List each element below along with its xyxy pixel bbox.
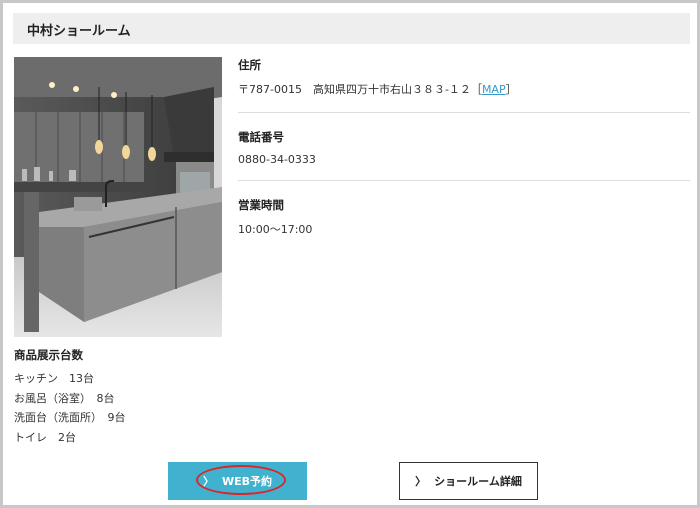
address-value: 〒787-0015 高知県四万十市右山３８３-１２［MAP］ [238, 81, 690, 97]
web-reserve-button[interactable]: 〉 WEB予約 [168, 462, 307, 500]
hours-label: 営業時間 [238, 198, 284, 212]
chevron-right-icon: 〉 [202, 475, 214, 488]
showroom-detail-button[interactable]: 〉 ショールーム詳細 [399, 462, 538, 500]
phone-value: 0880-34-0333 [238, 153, 316, 166]
phone-section: 電話番号 0880-34-0333 [238, 113, 690, 180]
showroom-photo [14, 57, 222, 337]
web-reserve-label: WEB予約 [221, 475, 273, 488]
map-bracket-open: ［ [470, 83, 482, 96]
showroom-detail-label: ショールーム詳細 [434, 475, 522, 488]
display-counts: 商品展示台数 キッチン 13台 お風呂（浴室） 8台 洗面台（洗面所） 9台 ト… [14, 347, 126, 447]
count-row-toilet: トイレ 2台 [14, 430, 76, 444]
chevron-right-icon: 〉 [415, 475, 427, 488]
display-counts-label: 商品展示台数 [14, 348, 83, 362]
address-text: 〒787-0015 高知県四万十市右山３８３-１２ [238, 83, 471, 96]
count-row-washbasin: 洗面台（洗面所） 9台 [14, 411, 126, 424]
hours-section: 営業時間 10:00〜17:00 [238, 181, 690, 248]
kitchen-image [14, 57, 222, 337]
count-row-bath: お風呂（浴室） 8台 [14, 391, 115, 405]
map-link[interactable]: MAP [482, 83, 506, 96]
card-header: 中村ショールーム [13, 13, 690, 44]
count-row-kitchen: キッチン 13台 [14, 372, 94, 385]
phone-label: 電話番号 [238, 130, 284, 144]
address-section: 住所 〒787-0015 高知県四万十市右山３８３-１２［MAP］ [238, 57, 690, 112]
showroom-info: 住所 〒787-0015 高知県四万十市右山３８３-１２［MAP］ 電話番号 0… [238, 57, 690, 248]
showroom-title: 中村ショールーム [27, 24, 131, 39]
hours-value: 10:00〜17:00 [238, 223, 313, 236]
showroom-card: 中村ショールーム 住所 〒787-0015 高知県四万十市右山３８３-１２［MA… [0, 0, 700, 508]
map-bracket-close: ］ [505, 83, 517, 96]
address-label: 住所 [238, 58, 261, 72]
